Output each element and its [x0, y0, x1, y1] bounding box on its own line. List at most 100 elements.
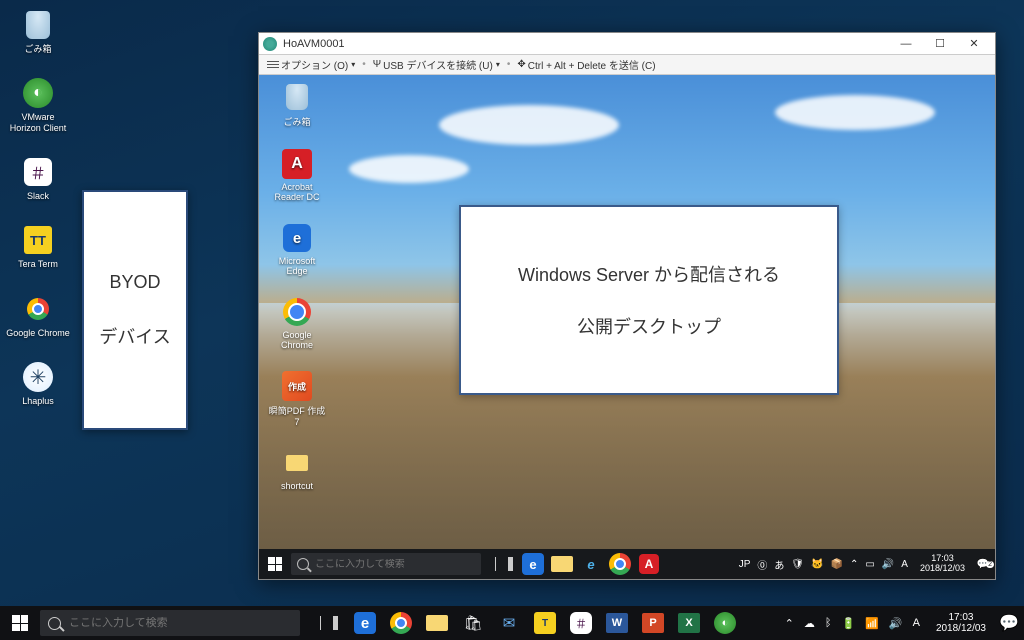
folder-icon [286, 455, 308, 471]
host-system-tray: ⌃ ☁ ᛒ 🔋 📶 🔊 A [777, 617, 928, 630]
host-search-box[interactable] [40, 610, 300, 636]
notification-icon: 💬 [999, 613, 1019, 633]
taskbar-acrobat[interactable]: A [636, 551, 662, 577]
taskbar-slack[interactable]: ＃ [564, 607, 598, 639]
vm-title: HoAVM0001 [283, 38, 889, 50]
desktop-icon-slack[interactable]: ＃ Slack [6, 155, 70, 201]
acrobat-reader-icon: A [282, 149, 312, 179]
vm-icon-shortcut[interactable]: shortcut [267, 447, 327, 491]
byod-label-line2: デバイス [99, 323, 170, 349]
close-button[interactable]: ✕ [957, 34, 991, 54]
vm-desktop[interactable]: 🏃 ごみ箱 A Acrobat Reader DC e Microsoft Ed… [259, 75, 995, 549]
desktop-icon-google-chrome[interactable]: Google Chrome [6, 292, 70, 338]
cloud-decoration [349, 155, 469, 183]
ime-lang[interactable]: JP [739, 559, 751, 570]
lhaplus-icon: ✳ [23, 362, 53, 392]
task-view-button[interactable] [312, 607, 346, 639]
windows-logo-icon [12, 615, 28, 631]
tray-sound-icon[interactable]: 🔊 [882, 559, 894, 570]
taskbar-chrome[interactable] [607, 551, 633, 577]
tray-battery-icon[interactable]: 🔋 [841, 617, 855, 630]
ime-mode-icon[interactable]: ⓪ [757, 557, 767, 572]
host-start-button[interactable] [0, 606, 40, 640]
taskbar-mail[interactable]: ✉ [492, 607, 526, 639]
vm-titlebar[interactable]: HoAVM0001 — ☐ ✕ [259, 33, 995, 55]
ime-mode-kana[interactable]: あ [774, 557, 784, 572]
vm-window: HoAVM0001 — ☐ ✕ オプション (O)▾ • Ψ USB デバイスを… [258, 32, 996, 580]
cad-icon: ✥ [517, 59, 525, 70]
taskbar-explorer[interactable] [420, 607, 454, 639]
vm-taskbar: e e A JP ⓪ あ 🛡 🐱 📦 ⌃ ▭ 🔊 A 17:03 2018/12… [259, 549, 995, 579]
vm-menubar: オプション (O)▾ • Ψ USB デバイスを接続 (U)▾ • ✥ Ctrl… [259, 55, 995, 75]
tray-chevron-up-icon[interactable]: ⌃ [850, 559, 858, 570]
edge-icon: e [522, 553, 544, 575]
taskbar-tera-term[interactable]: T [528, 607, 562, 639]
vm-action-center[interactable]: 💬 2 [971, 559, 995, 570]
taskbar-vmware[interactable]: ◐ [708, 607, 742, 639]
tray-bluetooth-icon[interactable]: ᛒ [825, 617, 832, 629]
minimize-button[interactable]: — [889, 34, 923, 54]
taskbar-chrome[interactable] [384, 607, 418, 639]
vm-icon-acrobat-reader[interactable]: A Acrobat Reader DC [267, 148, 327, 202]
vm-system-tray: JP ⓪ あ 🛡 🐱 📦 ⌃ ▭ 🔊 A [733, 557, 914, 572]
host-taskbar-pinned: e 🛍 ✉ T ＃ W P X ◐ [312, 607, 742, 639]
vm-clock[interactable]: 17:03 2018/12/03 [914, 554, 971, 574]
edge-icon: e [354, 612, 376, 634]
menu-send-cad[interactable]: ✥ Ctrl + Alt + Delete を送信 (C) [513, 57, 659, 72]
host-desktop-icons: ごみ箱 ◐ VMware Horizon Client ＃ Slack TT T… [6, 8, 70, 406]
ie-icon: e [587, 557, 594, 572]
host-search-input[interactable] [69, 617, 292, 629]
tray-onedrive-icon[interactable]: ☁ [804, 617, 815, 630]
vm-icon-pdf-create[interactable]: 作成 瞬簡PDF 作成 7 [267, 370, 327, 427]
tray-volume-icon[interactable]: 🔊 [889, 617, 903, 630]
cloud-decoration [775, 95, 935, 130]
taskbar-ie[interactable]: e [578, 551, 604, 577]
desktop-icon-label: Slack [27, 191, 49, 201]
vmware-icon: ◐ [714, 612, 736, 634]
tray-security-icon[interactable]: 🛡 [791, 559, 804, 570]
vm-icon-microsoft-edge[interactable]: e Microsoft Edge [267, 222, 327, 276]
tray-network-icon[interactable]: ▭ [865, 559, 874, 570]
tray-chevron-up-icon[interactable]: ⌃ [785, 617, 794, 630]
excel-icon: X [678, 613, 700, 633]
taskbar-explorer[interactable] [549, 551, 575, 577]
host-action-center[interactable]: 💬 [994, 613, 1024, 633]
desktop-icon-tera-term[interactable]: TT Tera Term [6, 223, 70, 269]
chrome-icon [27, 298, 49, 320]
vm-start-button[interactable] [259, 549, 291, 579]
recycle-bin-icon [286, 84, 308, 110]
folder-icon [551, 556, 573, 572]
tray-ime-icon[interactable]: A [913, 617, 920, 629]
tray-ime-a[interactable]: A [901, 559, 908, 570]
vm-label-box: Windows Server から配信される 公開デスクトップ [459, 205, 839, 395]
desktop-icon-label: VMware Horizon Client [6, 112, 70, 133]
menu-usb-connect[interactable]: Ψ USB デバイスを接続 (U)▾ [369, 57, 504, 72]
desktop-icon-vmware-horizon[interactable]: ◐ VMware Horizon Client [6, 76, 70, 133]
menu-options[interactable]: オプション (O)▾ [263, 57, 359, 72]
search-icon [48, 617, 61, 630]
taskbar-excel[interactable]: X [672, 607, 706, 639]
tray-app-icon[interactable]: 📦 [831, 559, 843, 570]
taskbar-word[interactable]: W [600, 607, 634, 639]
vm-search-input[interactable] [315, 559, 475, 570]
taskbar-store[interactable]: 🛍 [456, 607, 490, 639]
maximize-button[interactable]: ☐ [923, 34, 957, 54]
vm-label-line1: Windows Server から配信される [518, 261, 780, 287]
host-taskbar: e 🛍 ✉ T ＃ W P X ◐ ⌃ ☁ ᛒ 🔋 📶 🔊 A 17:03 20… [0, 606, 1024, 640]
taskbar-edge[interactable]: e [348, 607, 382, 639]
desktop-icon-label: Google Chrome [6, 328, 70, 338]
vm-search-box[interactable] [291, 553, 481, 575]
windows-logo-icon [268, 557, 282, 571]
tera-term-icon: T [534, 612, 556, 634]
chrome-icon [283, 298, 311, 326]
vm-icon-recycle-bin[interactable]: ごみ箱 [267, 81, 327, 128]
task-view-button[interactable] [491, 551, 517, 577]
vm-icon-google-chrome[interactable]: Google Chrome [267, 296, 327, 350]
desktop-icon-lhaplus[interactable]: ✳ Lhaplus [6, 360, 70, 406]
taskbar-edge[interactable]: e [520, 551, 546, 577]
tray-wifi-icon[interactable]: 📶 [865, 617, 879, 630]
desktop-icon-recycle-bin[interactable]: ごみ箱 [6, 8, 70, 54]
tray-volume-icon[interactable]: 🐱 [811, 559, 823, 570]
taskbar-powerpoint[interactable]: P [636, 607, 670, 639]
host-clock[interactable]: 17:03 2018/12/03 [928, 612, 994, 634]
